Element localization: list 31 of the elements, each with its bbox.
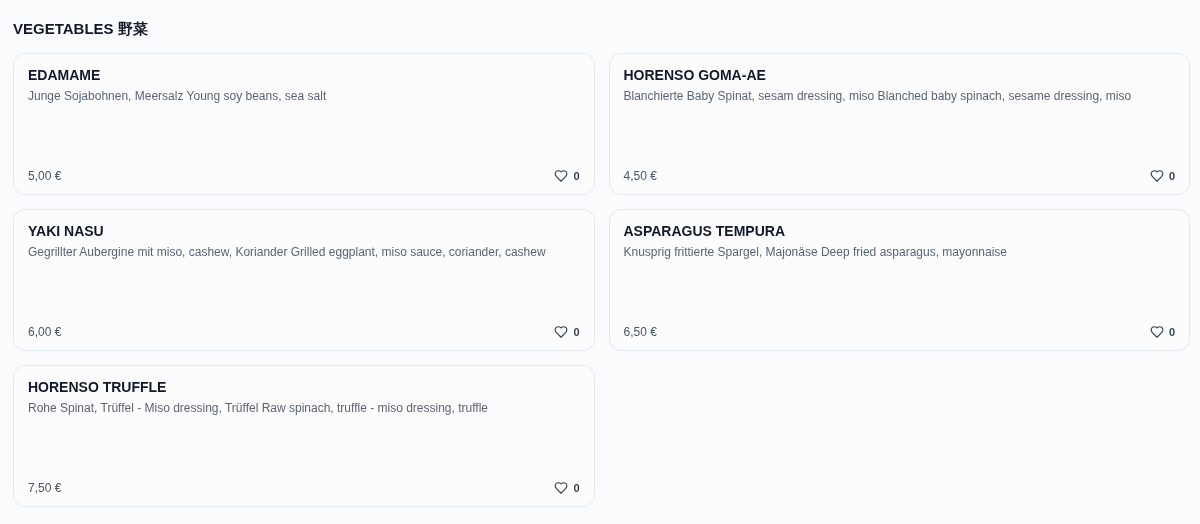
dish-description: Rohe Spinat, Trüffel - Miso dressing, Trüffel Raw spinach, truffle - miso dressing, truffle [28,400,489,416]
like-button[interactable]: 0 [554,479,580,497]
menu-card[interactable]: EDAMAME Junge Sojabohnen, Meersalz Young soy beans, sea salt 5,00 € 0 [13,53,595,195]
dish-name: HORENSO TRUFFLE [28,378,167,397]
heart-icon [1149,169,1164,183]
menu-card[interactable]: HORENSO TRUFFLE Rohe Spinat, Trüffel - Miso dressing, Trüffel Raw spinach, truffle - miso dressing, truffle 7,50 € 0 [13,365,595,507]
like-button[interactable]: 0 [1149,323,1175,341]
menu-card[interactable]: HORENSO GOMA-AE Blanchierte Baby Spinat, sesam dressing, miso Blanched baby spinach, sesame dressing, miso 4,50 € 0 [608,53,1190,195]
like-button[interactable]: 0 [554,167,580,185]
like-button[interactable]: 0 [554,323,580,341]
dish-name: ASPARAGUS TEMPURA [623,222,786,241]
dish-price: 4,50 € [623,168,657,185]
menu-card[interactable]: YAKI NASU Gegrillter Aubergine mit miso, cashew, Koriander Grilled eggplant, miso sauce, coriander, cashew 6,00 € 0 [13,209,595,351]
menu-card[interactable]: ASPARAGUS TEMPURA Knusprig frittierte Spargel, Majonäse Deep fried asparagus, mayonnaise 6,50 € 0 [608,209,1190,351]
dish-description: Blanchierte Baby Spinat, sesam dressing, miso Blanched baby spinach, sesame dressing, miso [623,88,1133,104]
dish-description: Knusprig frittierte Spargel, Majonäse Deep fried asparagus, mayonnaise [623,244,1009,260]
dish-description: Gegrillter Aubergine mit miso, cashew, Koriander Grilled eggplant, miso sauce, coriander, cashew [28,244,547,260]
dish-price: 6,00 € [28,324,62,341]
dish-name: HORENSO GOMA-AE [623,66,766,85]
heart-icon [554,169,569,183]
heart-icon [1149,325,1164,339]
like-button[interactable]: 0 [1149,167,1175,185]
section-title: VEGETABLES 野菜 [13,19,148,39]
dish-name: YAKI NASU [28,222,104,241]
dish-description: Junge Sojabohnen, Meersalz Young soy beans, sea salt [28,88,328,104]
heart-icon [554,481,569,495]
dish-price: 7,50 € [28,480,62,497]
dish-name: EDAMAME [28,66,101,85]
heart-icon [554,325,569,339]
dish-price: 5,00 € [28,168,62,185]
dish-price: 6,50 € [623,324,657,341]
